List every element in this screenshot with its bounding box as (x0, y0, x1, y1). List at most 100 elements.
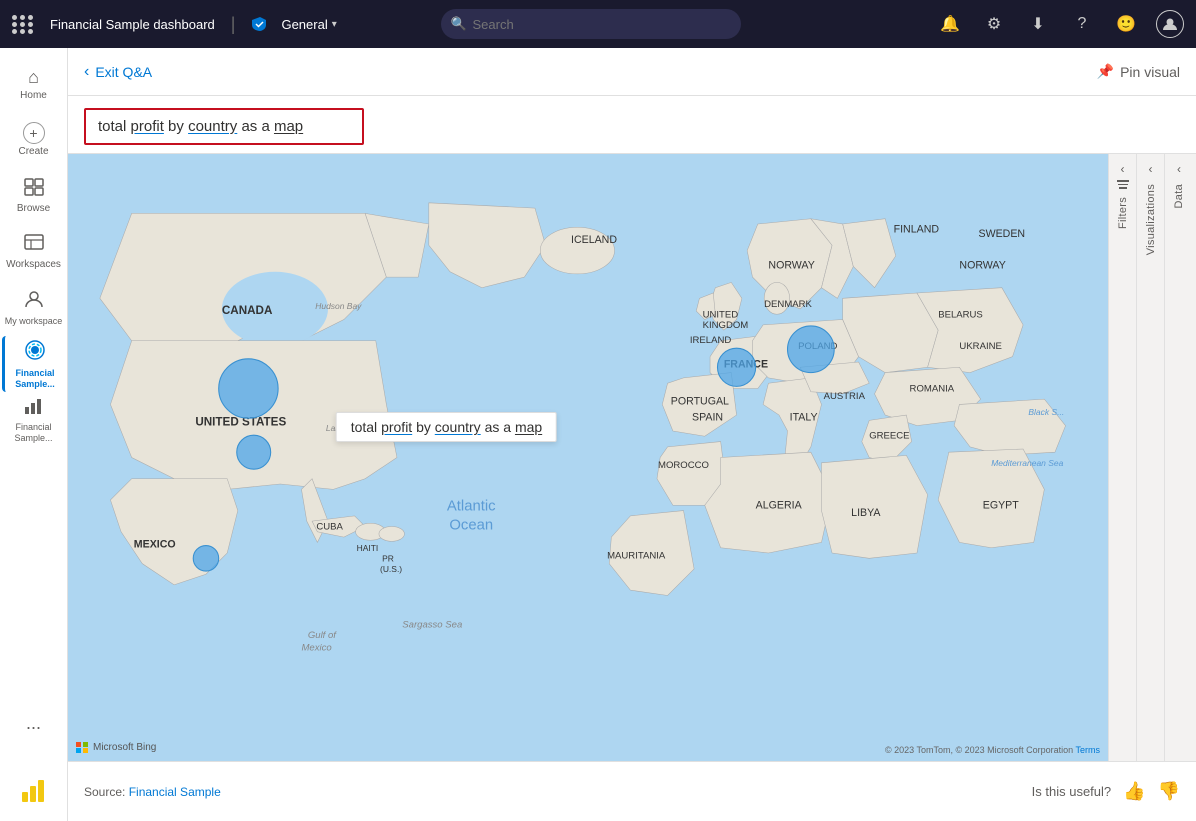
thumbs-down-button[interactable]: 👎 (1158, 781, 1180, 802)
collapse-data-icon[interactable]: ‹ (1177, 162, 1181, 176)
bing-label: Microsoft Bing (93, 742, 156, 753)
collapse-filters-icon[interactable]: ‹ (1121, 162, 1125, 176)
shield-icon (251, 15, 269, 33)
svg-text:SPAIN: SPAIN (692, 411, 723, 423)
svg-text:SWEDEN: SWEDEN (979, 228, 1026, 240)
bing-logo: Microsoft Bing (76, 742, 156, 753)
sidebar-item-label-workspaces: Workspaces (6, 259, 61, 271)
svg-text:NORWAY: NORWAY (959, 260, 1005, 272)
search-input[interactable] (441, 9, 741, 39)
visualizations-panel-tab[interactable]: ‹ Visualizations (1137, 154, 1165, 761)
sidebar-item-browse[interactable]: Browse (2, 168, 66, 224)
app-title: Financial Sample dashboard (50, 17, 215, 32)
workspaces-icon (24, 234, 44, 257)
qa-text-map: map (274, 118, 303, 135)
atlantic-label: Atlantic (447, 499, 496, 515)
apps-icon[interactable] (12, 15, 34, 34)
svg-text:NORWAY: NORWAY (768, 260, 814, 272)
svg-text:Mediterranean Sea: Mediterranean Sea (991, 458, 1063, 468)
svg-text:Sargasso Sea: Sargasso Sea (402, 619, 462, 630)
my-workspace-icon (24, 289, 44, 314)
chevron-down-icon: ▾ (332, 19, 337, 30)
pin-visual-button[interactable]: 📌 Pin visual (1097, 63, 1180, 80)
visualizations-label: Visualizations (1145, 180, 1157, 259)
svg-text:EGYPT: EGYPT (983, 499, 1019, 511)
svg-text:HAITI: HAITI (357, 543, 379, 553)
sidebar-item-create[interactable]: + Create (2, 112, 66, 168)
sidebar-more-button[interactable]: ... (26, 713, 41, 734)
sidebar-item-financial-2[interactable]: Financial Sample... (2, 392, 66, 448)
topbar-divider: | (231, 14, 236, 35)
svg-text:KINGDOM: KINGDOM (703, 320, 749, 331)
data-panel-tab[interactable]: ‹ Data (1165, 154, 1193, 761)
qa-text-country: country (188, 118, 237, 135)
search-icon: 🔍 (451, 16, 467, 32)
svg-text:MOROCCO: MOROCCO (658, 460, 709, 471)
map-and-panels: Atlantic Ocean CANADA UNITED STATES MEXI… (68, 154, 1196, 761)
topbar-icon-group: 🔔 ⚙ ⬇ ? 🙂 (936, 10, 1184, 38)
settings-icon[interactable]: ⚙ (980, 10, 1008, 38)
bottom-bar: Source: Financial Sample Is this useful?… (68, 761, 1196, 821)
sidebar-item-my-workspace[interactable]: My workspace (2, 280, 66, 336)
browse-icon (24, 178, 44, 201)
help-icon[interactable]: ? (1068, 10, 1096, 38)
sidebar-item-financial-1[interactable]: Financial Sample... (2, 336, 66, 392)
svg-text:UKRAINE: UKRAINE (959, 341, 1001, 352)
workspace-selector[interactable]: General ▾ (281, 17, 336, 32)
svg-text:ICELAND: ICELAND (571, 234, 617, 246)
svg-text:AUSTRIA: AUSTRIA (824, 391, 866, 402)
sidebar: ⌂ Home + Create Browse (0, 48, 68, 821)
svg-text:LIBYA: LIBYA (851, 507, 881, 519)
svg-text:IRELAND: IRELAND (690, 335, 731, 346)
svg-text:BELARUS: BELARUS (938, 309, 983, 320)
sidebar-item-label-browse: Browse (17, 203, 50, 215)
svg-text:ROMANIA: ROMANIA (910, 384, 955, 395)
filters-label: Filters (1117, 193, 1129, 233)
svg-text:GREECE: GREECE (869, 430, 909, 441)
avatar[interactable] (1156, 10, 1184, 38)
qa-text-profit: profit (131, 118, 164, 135)
useful-question: Is this useful? (1032, 784, 1112, 799)
emoji-icon[interactable]: 🙂 (1112, 10, 1140, 38)
pin-icon: 📌 (1097, 63, 1114, 80)
sidebar-item-home[interactable]: ⌂ Home (2, 56, 66, 112)
map-copyright: © 2023 TomTom, © 2023 Microsoft Corporat… (885, 745, 1100, 755)
map-container[interactable]: Atlantic Ocean CANADA UNITED STATES MEXI… (68, 154, 1108, 761)
sidebar-item-workspaces[interactable]: Workspaces (2, 224, 66, 280)
back-chevron-icon: ‹ (84, 63, 89, 81)
svg-text:Black S...: Black S... (1028, 407, 1064, 417)
svg-text:ALGERIA: ALGERIA (756, 499, 803, 511)
financial-sample-icon-2 (24, 397, 44, 420)
sidebar-item-label-financial-1: Financial Sample... (5, 368, 66, 390)
download-icon[interactable]: ⬇ (1024, 10, 1052, 38)
content-area: ‹ Exit Q&A 📌 Pin visual total profit by … (68, 48, 1196, 821)
svg-text:Mexico: Mexico (301, 643, 331, 654)
home-icon: ⌂ (28, 67, 39, 88)
map-svg: Atlantic Ocean CANADA UNITED STATES MEXI… (68, 154, 1108, 761)
exit-qa-button[interactable]: ‹ Exit Q&A (84, 63, 152, 81)
bell-icon[interactable]: 🔔 (936, 10, 964, 38)
pin-visual-label: Pin visual (1120, 64, 1180, 80)
filters-panel-tab[interactable]: ‹ Filters (1109, 154, 1137, 761)
create-icon: + (23, 122, 45, 144)
source-link[interactable]: Financial Sample (129, 785, 221, 799)
svg-text:Ocean: Ocean (449, 518, 493, 534)
svg-text:PORTUGAL: PORTUGAL (671, 395, 729, 407)
search-bar: 🔍 (441, 9, 741, 39)
header-bar: ‹ Exit Q&A 📌 Pin visual (68, 48, 1196, 96)
exit-qa-label: Exit Q&A (95, 64, 152, 80)
qa-input-area: total profit by country as a map (68, 96, 1196, 154)
thumbs-up-button[interactable]: 👍 (1123, 781, 1145, 802)
svg-text:MEXICO: MEXICO (134, 539, 176, 551)
data-label: Data (1173, 180, 1185, 212)
svg-text:PR: PR (382, 554, 394, 564)
topbar: Financial Sample dashboard | General ▾ 🔍… (0, 0, 1196, 48)
collapse-viz-icon[interactable]: ‹ (1149, 162, 1153, 176)
map-terms-link[interactable]: Terms (1076, 745, 1101, 755)
svg-text:MAURITANIA: MAURITANIA (607, 550, 666, 561)
svg-text:FINLAND: FINLAND (894, 224, 940, 236)
qa-input-box[interactable]: total profit by country as a map (84, 108, 364, 145)
sidebar-item-label-my-workspace: My workspace (5, 316, 63, 327)
useful-section: Is this useful? 👍 👎 (1032, 781, 1180, 802)
qa-text-as-a: as a (237, 118, 274, 135)
